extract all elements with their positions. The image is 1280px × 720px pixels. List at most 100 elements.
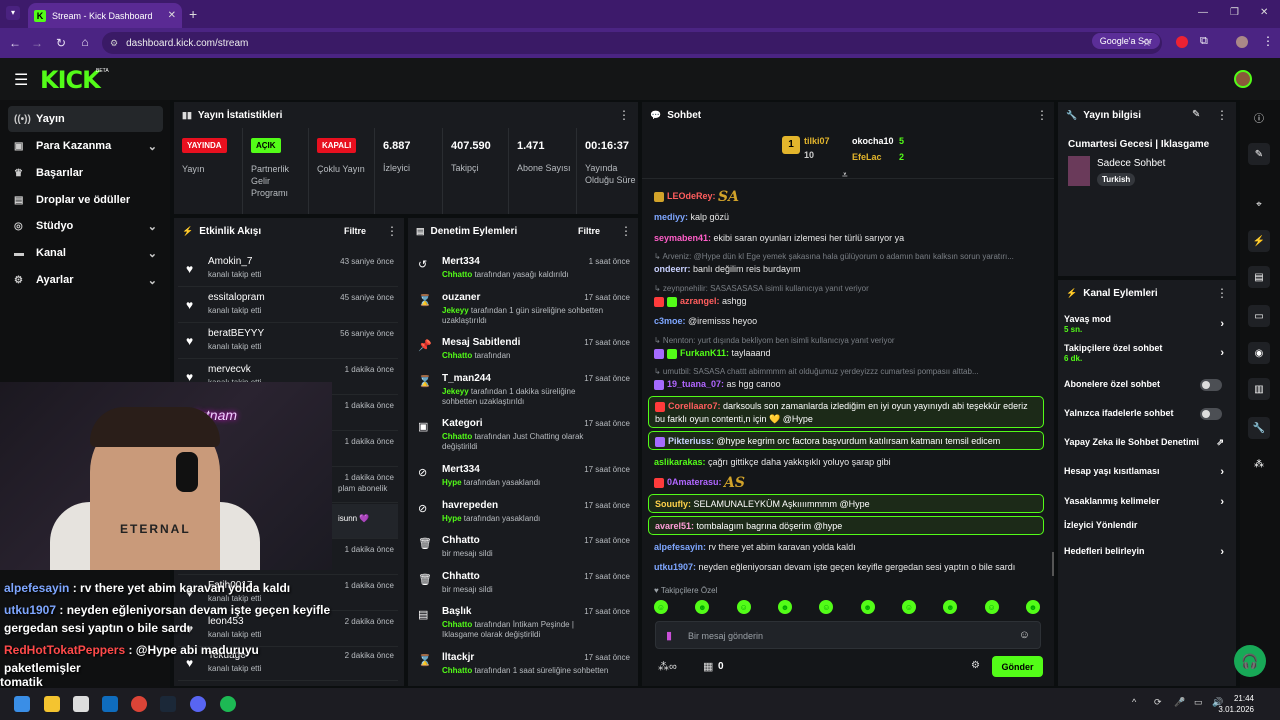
emote-2-icon[interactable]: ☻ [695, 600, 710, 614]
sidebar-item-droplar[interactable]: ▤ Droplar ve ödüller [8, 187, 163, 213]
emote-3-icon[interactable]: ☺ [736, 600, 751, 614]
kick-logo[interactable]: KICK [40, 66, 101, 94]
close-icon[interactable]: ✕ [168, 10, 176, 21]
chat-user[interactable]: avarel51: [655, 521, 694, 531]
windows-start-icon[interactable] [14, 696, 30, 712]
mod-target[interactable]: T_man244 [442, 373, 491, 384]
edit-pencil-icon[interactable]: ✎ [1192, 109, 1200, 120]
forward-icon[interactable]: → [26, 36, 48, 50]
more-options-icon[interactable]: ⋮ [1216, 286, 1228, 300]
site-info-icon[interactable]: ⚙ [110, 38, 118, 49]
lightning-icon[interactable]: ⚡ [1248, 230, 1270, 252]
microphone-icon[interactable]: 🎤 [1174, 697, 1185, 708]
extension-icon[interactable] [1176, 36, 1188, 48]
emote-7-icon[interactable]: ☺ [901, 600, 916, 614]
taskbar-clock[interactable]: 21:44 3.01.2026 [1218, 693, 1254, 715]
mod-target[interactable]: Mert334 [442, 464, 480, 475]
chat-user[interactable]: c3moe: [654, 316, 686, 326]
followers-only-option[interactable]: Takipçilere özel sohbet 6 dk. › [1064, 343, 1230, 367]
tab-search-icon[interactable]: ▾ [6, 6, 20, 20]
points-icon[interactable]: ⁂ [1248, 453, 1270, 475]
chat-user[interactable]: aslikarakas: [654, 457, 706, 467]
leader-name[interactable]: okocha10 [852, 136, 894, 146]
profile-avatar-icon[interactable] [1236, 36, 1248, 48]
mod-target[interactable]: Mesaj Sabitlendi [442, 337, 520, 348]
bookmark-star-icon[interactable]: ☆ [1142, 36, 1152, 49]
browser-tab[interactable]: K Stream - Kick Dashboard ✕ [28, 3, 182, 28]
reload-icon[interactable]: ↻ [50, 36, 72, 50]
mod-target[interactable]: Chhatto [442, 571, 480, 582]
chat-user[interactable]: mediyy: [654, 212, 688, 222]
chat-user[interactable]: LEOdeRey: [667, 191, 716, 201]
chat-user[interactable]: 19_tuana_07: [667, 379, 724, 389]
mod-user[interactable]: Hype [442, 514, 462, 523]
spotify-icon[interactable] [220, 696, 236, 712]
mic-icon[interactable]: ▮ [666, 629, 672, 642]
chat-reply-context[interactable]: ↳ zeynpnehilir: SASASASASA isimli kullan… [654, 283, 1046, 295]
mod-target[interactable]: ouzaner [442, 292, 480, 303]
more-options-icon[interactable]: ⋮ [1216, 108, 1228, 122]
chat-reply-context[interactable]: ↳ Nennton: yurt dışında bekliyom ben isi… [654, 335, 1046, 347]
chat-settings-gear-icon[interactable]: ⚙ [971, 660, 980, 671]
minimize-icon[interactable]: — [1198, 7, 1208, 18]
chat-input[interactable]: ▮ Bir mesaj gönderin ☺ [655, 621, 1041, 649]
broadcast-icon[interactable]: ◉ [1248, 342, 1270, 364]
focus-icon[interactable]: ⌖ [1248, 193, 1270, 215]
ai-moderation-option[interactable]: Yapay Zeka ile Sohbet Denetimi ⇗ [1064, 437, 1230, 451]
mod-user[interactable]: Chhatto [442, 270, 472, 279]
leader-name[interactable]: EfeLac [852, 152, 882, 162]
chat-user[interactable]: ondeerr: [654, 264, 691, 274]
maximize-icon[interactable]: ❐ [1230, 7, 1239, 18]
emoji-picker-icon[interactable]: ☺ [1019, 629, 1030, 641]
sidebar-item-kanal[interactable]: ▬ Kanal ⌄ [8, 240, 163, 266]
chat-user[interactable]: utku1907: [654, 562, 696, 572]
hamburger-menu-icon[interactable]: ☰ [14, 70, 28, 90]
chat-user[interactable]: alpefesayin: [654, 542, 706, 552]
layout-icon[interactable]: ▥ [1248, 378, 1270, 400]
sync-icon[interactable]: ⟳ [1154, 697, 1162, 708]
mod-target[interactable]: Chhatto [442, 535, 480, 546]
sidebar-item-ayarlar[interactable]: ⚙ Ayarlar ⌄ [8, 267, 163, 293]
activity-user[interactable]: Amokin_7 [208, 256, 252, 267]
goals-option[interactable]: Hedefleri belirleyin › [1064, 546, 1230, 560]
sidebar-item-para-kazanma[interactable]: ▣ Para Kazanma ⌄ [8, 133, 163, 159]
raid-option[interactable]: İzleyici Yönlendir [1064, 520, 1230, 534]
edit-pencil-icon[interactable]: ✎ [1248, 143, 1270, 165]
chat-user[interactable]: seymaben41: [654, 233, 711, 243]
mod-user[interactable]: Hype [442, 478, 462, 487]
store-icon[interactable] [73, 696, 89, 712]
chat-user[interactable]: FurkanK11: [680, 348, 729, 358]
mod-user[interactable]: Chhatto [442, 351, 472, 360]
extensions-puzzle-icon[interactable]: ⧉ [1200, 35, 1208, 48]
chat-scrollbar[interactable] [1052, 552, 1054, 576]
mod-target[interactable]: havrepeden [442, 500, 498, 511]
mod-user[interactable]: Chhatto [442, 432, 472, 441]
chat-user[interactable]: Pikteriuss: [668, 436, 714, 446]
mod-user[interactable]: Chhatto [442, 666, 472, 675]
sidebar-item-yayin[interactable]: ((•)) Yayın [8, 106, 163, 132]
send-button[interactable]: Gönder [992, 656, 1043, 677]
address-bar[interactable]: ⚙ dashboard.kick.com/stream [102, 32, 1162, 54]
wrench-icon[interactable]: 🔧 [1248, 417, 1270, 439]
sidebar-item-studyo[interactable]: ◎ Stüdyo ⌄ [8, 213, 163, 239]
filter-button[interactable]: Filtre [578, 226, 600, 236]
filter-button[interactable]: Filtre [344, 226, 366, 236]
mod-target[interactable]: Başlık [442, 606, 471, 617]
account-age-option[interactable]: Hesap yaşı kısıtlaması › [1064, 466, 1230, 480]
emote-only-toggle[interactable] [1200, 408, 1222, 420]
emote-1-icon[interactable]: ☺ [654, 600, 668, 614]
category-thumbnail[interactable] [1068, 156, 1090, 186]
outlook-icon[interactable] [102, 696, 118, 712]
home-icon[interactable]: ⌂ [74, 35, 96, 49]
gift-icon[interactable]: ▦ [703, 660, 713, 673]
mod-target[interactable]: Kategori [442, 418, 483, 429]
clipboard-icon[interactable]: ▤ [1248, 266, 1270, 288]
help-support-icon[interactable]: 🎧 [1234, 645, 1266, 677]
chat-user[interactable]: azrangel: [680, 296, 720, 306]
tray-chevron-icon[interactable]: ^ [1132, 697, 1136, 707]
chat-user[interactable]: Souufly: [655, 499, 691, 509]
activity-user[interactable]: beratBEYYY [208, 328, 264, 339]
emote-9-icon[interactable]: ☺ [984, 600, 999, 614]
chat-user[interactable]: Corellaaro7: [668, 401, 721, 411]
close-window-icon[interactable]: ✕ [1260, 7, 1268, 18]
